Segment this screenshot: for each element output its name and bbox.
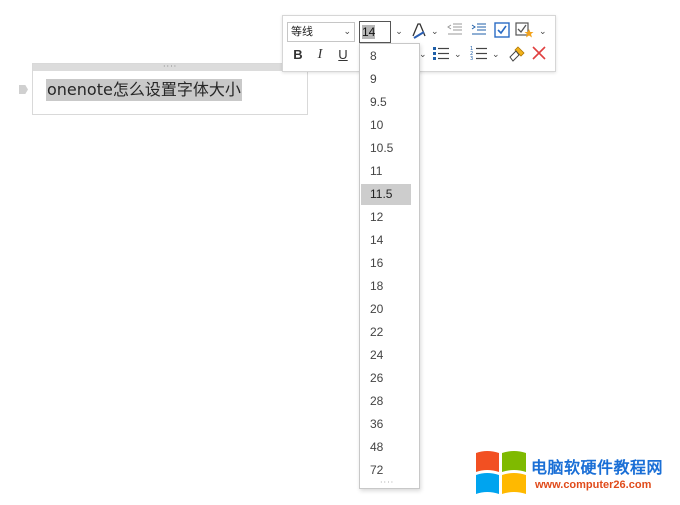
font-size-value: 14 (362, 25, 376, 39)
font-size-option[interactable]: 48 (361, 437, 411, 458)
chevron-down-icon[interactable]: ⌄ (492, 45, 500, 65)
clear-formatting-icon[interactable] (529, 45, 549, 65)
windows-logo-icon (476, 451, 526, 494)
font-size-option[interactable]: 18 (361, 276, 411, 297)
font-size-select[interactable]: 14 ⌄ (359, 21, 407, 43)
paragraph-arrow-icon (19, 85, 28, 94)
font-size-option[interactable]: 9 (361, 69, 411, 90)
watermark-url: www.computer26.com (535, 479, 652, 491)
chevron-down-icon[interactable]: ⌄ (392, 21, 406, 43)
font-size-option[interactable]: 11 (361, 161, 411, 182)
chevron-down-icon[interactable]: ⌄ (431, 22, 439, 42)
font-size-option[interactable]: 22 (361, 322, 411, 343)
note-container[interactable]: ···· onenote怎么设置字体大小 (32, 63, 308, 115)
resize-grip-icon[interactable]: ···· (380, 479, 394, 487)
italic-button[interactable]: I (310, 45, 330, 65)
chevron-down-icon: ⌄ (343, 27, 351, 37)
font-name-select[interactable]: 等线 ⌄ (287, 22, 355, 42)
font-size-option[interactable]: 16 (361, 253, 411, 274)
font-size-option[interactable]: 9.5 (361, 92, 411, 113)
font-size-option[interactable]: 8 (361, 46, 411, 67)
font-size-option[interactable]: 28 (361, 391, 411, 412)
font-size-option[interactable]: 20 (361, 299, 411, 320)
font-size-option[interactable]: 24 (361, 345, 411, 366)
font-color-icon[interactable] (409, 22, 429, 42)
note-text-selected[interactable]: onenote怎么设置字体大小 (46, 79, 242, 101)
decrease-indent-icon[interactable] (445, 22, 465, 42)
font-size-option[interactable]: 26 (361, 368, 411, 389)
font-size-option[interactable]: 12 (361, 207, 411, 228)
font-size-option-highlighted[interactable]: 11.5 (361, 184, 411, 205)
bullets-icon[interactable] (431, 45, 451, 65)
note-drag-handle[interactable]: ···· (33, 62, 307, 71)
tag-star-icon[interactable] (515, 21, 535, 41)
font-size-input[interactable]: 14 (359, 21, 391, 43)
font-size-option[interactable]: 10 (361, 115, 411, 136)
font-name-value: 等线 (291, 25, 313, 38)
format-painter-icon[interactable] (507, 45, 527, 65)
svg-text:3: 3 (470, 56, 473, 61)
numbering-icon[interactable]: 123 (469, 45, 489, 65)
chevron-down-icon[interactable]: ⌄ (539, 22, 547, 42)
watermark-title: 电脑软硬件教程网 (531, 458, 664, 477)
grip-icon: ···· (163, 62, 178, 71)
font-size-option[interactable]: 14 (361, 230, 411, 251)
underline-button[interactable]: U (333, 45, 353, 65)
font-size-dropdown[interactable]: 8 9 9.5 10 10.5 11 11.5 12 14 16 18 20 2… (359, 43, 420, 489)
todo-tag-icon[interactable] (492, 21, 512, 41)
increase-indent-icon[interactable] (469, 22, 489, 42)
site-watermark: 电脑软硬件教程网 www.computer26.com (475, 448, 675, 500)
font-size-option[interactable]: 10.5 (361, 138, 411, 159)
font-size-option[interactable]: 36 (361, 414, 411, 435)
chevron-down-icon[interactable]: ⌄ (454, 45, 462, 65)
chevron-down-icon[interactable]: ⌄ (419, 45, 427, 65)
bold-button[interactable]: B (288, 45, 308, 65)
